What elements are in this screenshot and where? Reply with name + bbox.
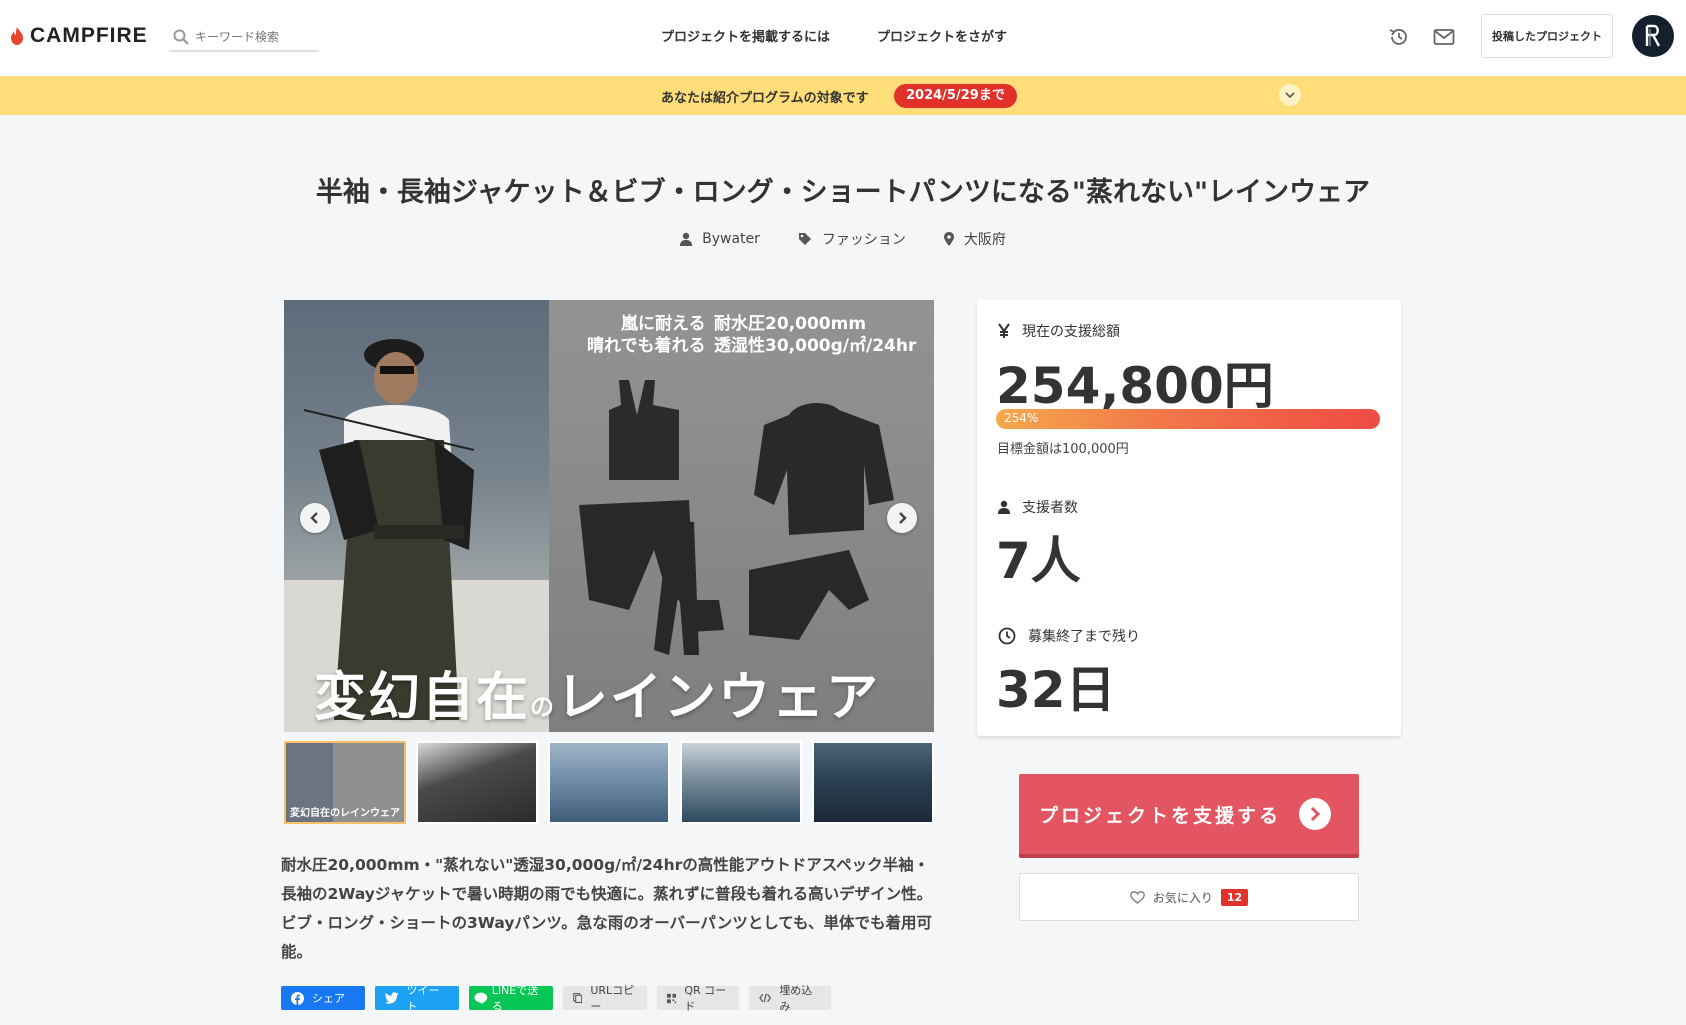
days-remaining: 32日	[996, 661, 1116, 719]
share-buttons: シェア ツイート LINEで送る URLコピー QR コード 埋め込み	[281, 984, 831, 1013]
raised-label: 現在の支援総額	[998, 321, 1120, 341]
search-box[interactable]	[169, 24, 319, 52]
arrow-right-circle-icon	[1299, 798, 1331, 830]
thumbnail-2[interactable]	[416, 741, 538, 824]
category-name: ファッション	[821, 232, 906, 248]
chevron-down-icon	[1285, 92, 1295, 98]
owner-name: Bywater	[702, 231, 760, 247]
heart-icon	[1129, 890, 1145, 904]
code-icon	[759, 993, 772, 1003]
referral-text: あなたは紹介プログラムの対象です	[661, 91, 869, 106]
avatar-logo-icon	[1645, 24, 1661, 47]
image-thumbnails: 変幻自在のレインウェア	[284, 741, 934, 824]
yen-icon	[998, 323, 1010, 338]
chevron-left-icon	[310, 512, 318, 524]
referral-deadline-badge: 2024/5/29まで	[894, 84, 1017, 108]
hero-caption-left: 嵐に耐える 晴れでも着れる	[587, 314, 706, 356]
url-copy-label: URLコピー	[590, 984, 635, 1013]
goal-amount: 目標金額は100,000円	[997, 442, 1129, 457]
facebook-share-label: シェア	[312, 992, 345, 1005]
project-meta: Bywater ファッション 大阪府	[0, 229, 1686, 249]
copy-icon	[573, 993, 583, 1004]
funding-progress-bar: 254%	[996, 409, 1380, 429]
user-icon	[680, 232, 693, 246]
hero-headline: 変幻自在のレインウェア	[314, 668, 881, 728]
search-icon	[173, 29, 189, 45]
favorite-label: お気に入り	[1152, 890, 1213, 905]
nav-post-project[interactable]: プロジェクトを掲載するには	[661, 26, 830, 45]
twitter-share-label: ツイート	[406, 984, 440, 1013]
tag-icon	[798, 233, 811, 245]
project-category[interactable]: ファッション	[798, 229, 906, 249]
history-icon[interactable]	[1386, 24, 1412, 50]
raised-amount: 254,800円	[996, 357, 1274, 415]
qr-code-button[interactable]: QR コード	[657, 984, 739, 1013]
thumbnail-1[interactable]: 変幻自在のレインウェア	[284, 741, 406, 824]
user-avatar[interactable]	[1632, 15, 1674, 57]
thumbnail-3[interactable]	[548, 741, 670, 824]
favorite-button[interactable]: お気に入り 12	[1019, 873, 1359, 921]
banner-toggle-button[interactable]	[1279, 84, 1301, 106]
referral-banner: あなたは紹介プログラムの対象です 2024/5/29まで	[0, 76, 1686, 115]
twitter-icon	[385, 992, 399, 1004]
thumbnail-label: 変幻自在のレインウェア	[290, 808, 400, 819]
project-owner[interactable]: Bywater	[680, 229, 760, 249]
flame-icon	[11, 27, 23, 45]
funding-percent: 254%	[1004, 411, 1039, 425]
facebook-icon	[291, 991, 304, 1005]
line-share-button[interactable]: LINEで送る	[469, 984, 553, 1013]
line-share-label: LINEで送る	[491, 984, 539, 1013]
qr-code-icon	[667, 993, 677, 1003]
favorite-count-badge: 12	[1220, 888, 1249, 906]
chevron-right-icon	[899, 512, 907, 524]
project-main-image[interactable]: 嵐に耐える 晴れでも着れる 耐水圧20,000mm 透湿性30,000g/㎡/24h…	[284, 300, 934, 732]
twitter-share-button[interactable]: ツイート	[375, 984, 459, 1013]
embed-label: 埋め込み	[779, 984, 813, 1013]
support-project-label: プロジェクトを支援する	[1039, 804, 1282, 827]
next-image-button[interactable]	[887, 503, 917, 533]
user-icon	[998, 500, 1010, 514]
backers-count: 7人	[996, 532, 1081, 590]
clock-icon	[998, 627, 1016, 645]
funding-stats-card: 現在の支援総額 254,800円 254% 目標金額は100,000円 支援者数…	[977, 300, 1401, 736]
qr-code-label: QR コード	[684, 984, 727, 1013]
nav-find-project[interactable]: プロジェクトをさがす	[877, 26, 1007, 45]
thumbnail-4[interactable]	[680, 741, 802, 824]
line-icon	[474, 992, 488, 1004]
project-location[interactable]: 大阪府	[943, 229, 1006, 249]
location-pin-icon	[943, 232, 954, 246]
location-name: 大阪府	[963, 232, 1006, 248]
project-description: 耐水圧20,000mm・"蒸れない"透湿30,000g/㎡/24hrの高性能アウ…	[281, 856, 933, 961]
backers-label: 支援者数	[998, 497, 1078, 517]
remaining-label: 募集終了まで残り	[998, 626, 1140, 646]
logo-text: CAMPFIRE	[30, 24, 148, 47]
facebook-share-button[interactable]: シェア	[281, 986, 365, 1010]
embed-button[interactable]: 埋め込み	[749, 984, 831, 1013]
mail-icon[interactable]	[1431, 24, 1457, 50]
search-input[interactable]	[195, 30, 315, 44]
url-copy-button[interactable]: URLコピー	[563, 984, 647, 1013]
thumbnail-5[interactable]	[812, 741, 934, 824]
top-header: CAMPFIRE プロジェクトを掲載するには プロジェクトをさがす 投稿したプロ…	[0, 0, 1686, 76]
previous-image-button[interactable]	[300, 503, 330, 533]
project-title: 半袖・長袖ジャケット＆ビブ・ロング・ショートパンツになる"蒸れない"レインウェア	[315, 177, 1371, 208]
posted-projects-button[interactable]: 投稿したプロジェクト	[1481, 14, 1613, 58]
support-project-button[interactable]: プロジェクトを支援する	[1019, 774, 1359, 854]
hero-caption-right: 耐水圧20,000mm 透湿性30,000g/㎡/24hr	[714, 314, 917, 356]
campfire-logo[interactable]: CAMPFIRE	[10, 24, 148, 48]
